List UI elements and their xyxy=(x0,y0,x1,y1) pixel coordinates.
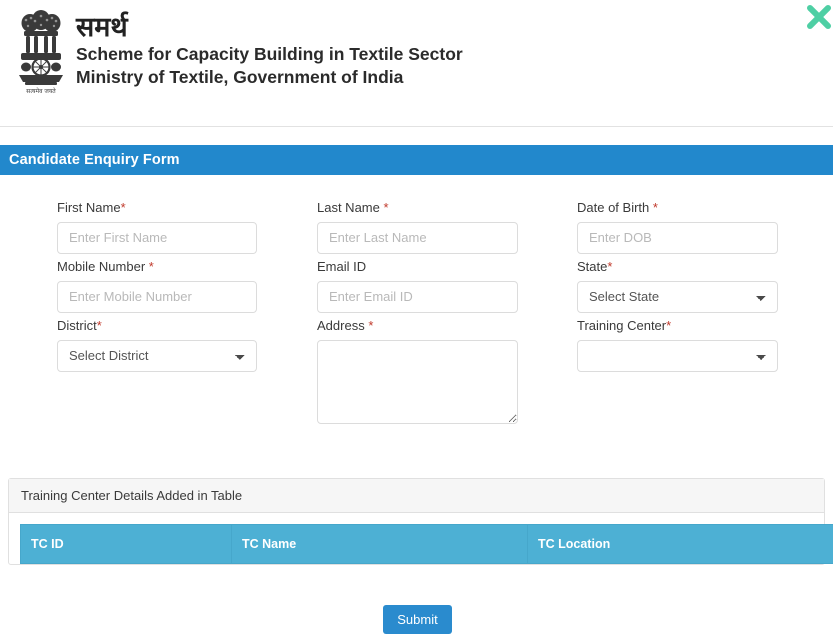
site-header: सत्यमेव जयते समर्थ Scheme for Capacity B… xyxy=(0,0,833,127)
last-name-input[interactable] xyxy=(317,222,518,254)
table-head: TC ID TC Name TC Location xyxy=(21,525,833,564)
panel-heading: Training Center Details Added in Table xyxy=(9,479,824,513)
district-select[interactable]: Select District xyxy=(57,340,257,372)
field-district: District* Select District xyxy=(57,318,257,372)
label-date-of-birth: Date of Birth * xyxy=(577,200,778,216)
required-asterisk: * xyxy=(149,259,154,274)
field-email-id: Email ID xyxy=(317,259,518,313)
required-asterisk: * xyxy=(666,318,671,333)
address-textarea[interactable] xyxy=(317,340,518,424)
form-title-bar: Candidate Enquiry Form xyxy=(0,145,833,175)
required-asterisk: * xyxy=(653,200,658,215)
column-header-tc-location[interactable]: TC Location xyxy=(528,525,833,564)
mobile-number-input[interactable] xyxy=(57,281,257,313)
label-district: District* xyxy=(57,318,257,334)
label-mobile-number: Mobile Number * xyxy=(57,259,257,275)
training-center-table: TC ID TC Name TC Location xyxy=(20,524,833,564)
first-name-input[interactable] xyxy=(57,222,257,254)
field-training-center: Training Center* xyxy=(577,318,778,372)
submit-button[interactable]: Submit xyxy=(383,605,452,634)
panel-body: TC ID TC Name TC Location xyxy=(9,513,824,564)
field-state: State* Select State xyxy=(577,259,778,313)
field-mobile-number: Mobile Number * xyxy=(57,259,257,313)
label-first-name: First Name* xyxy=(57,200,257,216)
training-center-details-panel: Training Center Details Added in Table T… xyxy=(8,478,825,565)
table-header-row: TC ID TC Name TC Location xyxy=(21,525,833,564)
column-header-tc-id[interactable]: TC ID xyxy=(21,525,232,564)
date-of-birth-input[interactable] xyxy=(577,222,778,254)
column-header-tc-name[interactable]: TC Name xyxy=(232,525,528,564)
label-email-id: Email ID xyxy=(317,259,518,275)
emblem-motto-text: सत्यमेव जयते xyxy=(26,87,56,95)
page-title: Candidate Enquiry Form xyxy=(0,152,180,168)
state-select[interactable]: Select State xyxy=(577,281,778,313)
scheme-title-line-1: Scheme for Capacity Building in Textile … xyxy=(76,43,463,66)
scheme-name-hindi: समर्थ xyxy=(76,14,463,42)
ashoka-lion-capital-emblem: सत्यमेव जयते xyxy=(12,8,70,96)
field-date-of-birth: Date of Birth * xyxy=(577,200,778,254)
label-state: State* xyxy=(577,259,778,275)
label-training-center: Training Center* xyxy=(577,318,778,334)
training-center-select[interactable] xyxy=(577,340,778,372)
label-last-name: Last Name * xyxy=(317,200,518,216)
field-first-name: First Name* xyxy=(57,200,257,254)
field-address: Address * xyxy=(317,318,518,427)
field-last-name: Last Name * xyxy=(317,200,518,254)
required-asterisk: * xyxy=(97,318,102,333)
email-id-input[interactable] xyxy=(317,281,518,313)
brand: सत्यमेव जयते समर्थ Scheme for Capacity B… xyxy=(12,8,463,96)
required-asterisk: * xyxy=(121,200,126,215)
required-asterisk: * xyxy=(607,259,612,274)
scheme-title-line-2: Ministry of Textile, Government of India xyxy=(76,66,463,89)
close-icon[interactable] xyxy=(798,0,833,36)
required-asterisk: * xyxy=(368,318,373,333)
brand-text: समर्थ Scheme for Capacity Building in Te… xyxy=(76,8,463,90)
candidate-enquiry-form: First Name* Last Name * Date of Birth * … xyxy=(0,175,833,472)
label-address: Address * xyxy=(317,318,518,334)
required-asterisk: * xyxy=(383,200,388,215)
